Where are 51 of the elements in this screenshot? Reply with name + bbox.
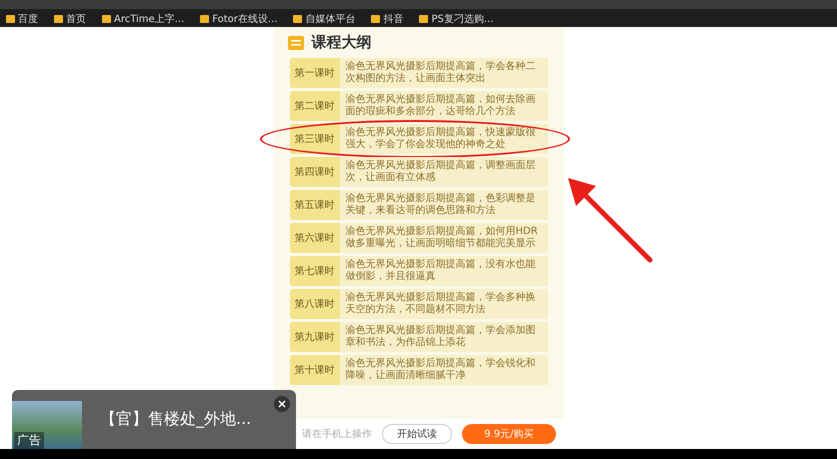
bookmark-link[interactable]: ArcTime上字...	[102, 12, 184, 26]
lesson-description: 渝色无界风光摄影后期提高篇，学会多种换天空的方法，不同题材不同方法	[340, 289, 548, 319]
lesson-label: 第六课时	[290, 223, 340, 253]
ad-title: 【官】售楼处_外地...	[100, 409, 252, 430]
lesson-row[interactable]: 第九课时 渝色无界风光摄影后期提高篇，学会添加图章和书法，为作品锦上添花	[290, 322, 548, 352]
lesson-row[interactable]: 第八课时 渝色无界风光摄影后期提高篇，学会多种换天空的方法，不同题材不同方法	[290, 289, 548, 319]
folder-icon	[200, 14, 210, 22]
ad-banner[interactable]: 广告 【官】售楼处_外地...	[12, 390, 296, 449]
buy-button[interactable]: 9.9元/购买	[462, 424, 556, 444]
folder-icon	[293, 14, 302, 22]
section-title: 课程大纲	[312, 33, 372, 52]
folder-icon	[102, 14, 111, 22]
hint-text: 请在手机上操作	[302, 428, 372, 441]
folder-icon	[419, 14, 428, 22]
trial-button[interactable]: 开始试读	[382, 424, 452, 444]
lesson-label: 第三课时	[290, 124, 340, 154]
lesson-label: 第五课时	[290, 190, 340, 220]
list-icon	[288, 36, 304, 50]
lesson-row[interactable]: 第七课时 渝色无界风光摄影后期提高篇，没有水也能做倒影，并且很逼真	[290, 256, 548, 286]
lesson-row[interactable]: 第一课时 渝色无界风光摄影后期提高篇，学会各种二次构图的方法，让画面主体突出	[290, 58, 548, 88]
lesson-row[interactable]: 第五课时 渝色无界风光摄影后期提高篇，色彩调整是关键，来看达哥的调色思路和方法	[290, 190, 548, 220]
bookmark-link[interactable]: 百度	[6, 12, 38, 26]
lesson-description: 渝色无界风光摄影后期提高篇，没有水也能做倒影，并且很逼真	[340, 256, 548, 286]
lesson-label: 第四课时	[290, 157, 340, 187]
lesson-row[interactable]: 第四课时 渝色无界风光摄影后期提高篇，调整画面层次，让画面有立体感	[290, 157, 548, 187]
lesson-label: 第二课时	[290, 91, 340, 121]
lesson-description: 渝色无界风光摄影后期提高篇，学会锐化和降噪，让画面清晰细腻干净	[340, 355, 548, 385]
lesson-description: 渝色无界风光摄影后期提高篇，调整画面层次，让画面有立体感	[340, 157, 548, 187]
bookmark-link[interactable]: 抖音	[371, 12, 404, 26]
lesson-row[interactable]: 第六课时 渝色无界风光摄影后期提高篇，如何用HDR做多重曝光，让画面明暗细节都能完美显示	[290, 223, 548, 253]
close-icon[interactable]	[274, 396, 290, 412]
bookmark-link[interactable]: 自媒体平台	[293, 12, 356, 26]
lesson-label: 第十课时	[290, 355, 340, 385]
lesson-label: 第九课时	[290, 322, 340, 352]
folder-icon	[371, 14, 380, 22]
lesson-description: 渝色无界风光摄影后期提高篇，学会各种二次构图的方法，让画面主体突出	[340, 58, 548, 88]
bookmark-link[interactable]: Fotor在线设...	[200, 12, 278, 26]
lesson-label: 第一课时	[290, 58, 340, 88]
lesson-label: 第八课时	[290, 289, 340, 319]
bookmark-link[interactable]: PS复刁选购...	[419, 12, 494, 26]
ad-label: 广告	[14, 432, 44, 449]
lesson-description: 渝色无界风光摄影后期提高篇，如何用HDR做多重曝光，让画面明暗细节都能完美显示	[340, 223, 548, 253]
lesson-description: 渝色无界风光摄影后期提高篇，色彩调整是关键，来看达哥的调色思路和方法	[340, 190, 548, 220]
lesson-description: 渝色无界风光摄影后期提高篇，学会添加图章和书法，为作品锦上添花	[340, 322, 548, 352]
lesson-row[interactable]: 第二课时 渝色无界风光摄影后期提高篇，如何去除画面的瑕疵和多余部分，达哥给几个方法	[290, 91, 548, 121]
lesson-description: 渝色无界风光摄影后期提高篇，如何去除画面的瑕疵和多余部分，达哥给几个方法	[340, 91, 548, 121]
folder-icon	[6, 14, 15, 22]
folder-icon	[54, 14, 63, 22]
lesson-label: 第七课时	[290, 256, 340, 286]
bookmark-link[interactable]: 首页	[54, 12, 86, 26]
lesson-row[interactable]: 第十课时 渝色无界风光摄影后期提高篇，学会锐化和降噪，让画面清晰细腻干净	[290, 355, 548, 385]
